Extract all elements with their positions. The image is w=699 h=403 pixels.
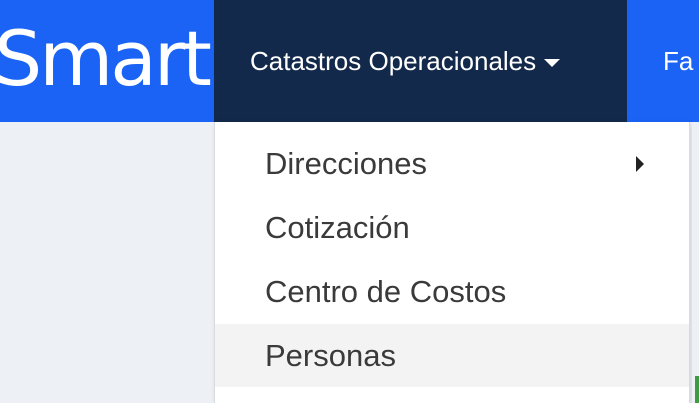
menu-item-cotizacion[interactable]: Cotización	[215, 196, 689, 259]
top-navigation-bar: Smart Catastros Operacionales Fa	[0, 0, 699, 122]
menu-item-label: Direcciones	[265, 145, 427, 181]
app-logo[interactable]: Smart	[0, 14, 212, 104]
menu-item-personas[interactable]: Personas	[215, 324, 689, 387]
nav-next-label: Fa	[663, 45, 694, 76]
green-edge-element	[695, 376, 699, 403]
background-strip	[692, 122, 699, 403]
menu-item-label: Cotización	[265, 209, 410, 245]
menu-item-label: Centro de Costos	[265, 273, 507, 309]
caret-down-icon	[544, 59, 561, 67]
catastros-dropdown-menu: Direcciones Cotización Centro de Costos …	[214, 122, 690, 403]
nav-next-item[interactable]: Fa	[663, 0, 693, 122]
menu-item-centro-de-costos[interactable]: Centro de Costos	[215, 260, 689, 323]
caret-right-icon	[636, 155, 644, 172]
nav-label: Catastros Operacionales	[250, 45, 537, 76]
menu-item-direcciones[interactable]: Direcciones	[215, 132, 689, 195]
nav-catastros-operacionales[interactable]: Catastros Operacionales	[214, 0, 627, 122]
menu-item-label: Personas	[265, 337, 396, 373]
